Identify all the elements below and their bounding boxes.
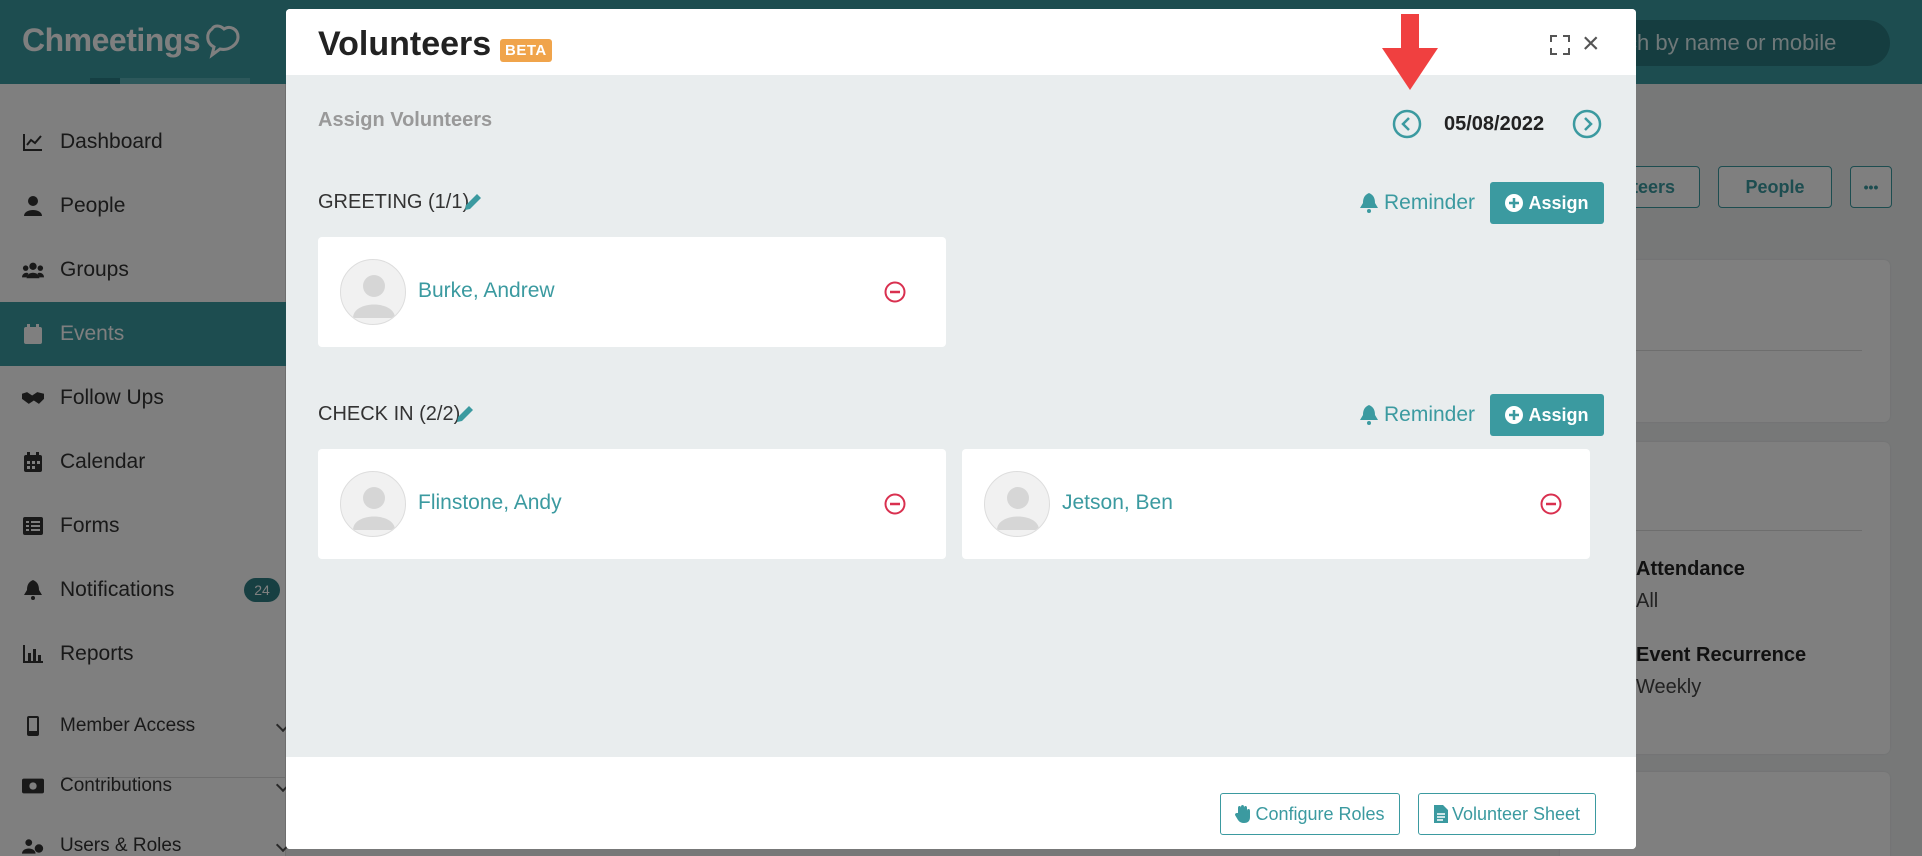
document-icon: [1433, 805, 1448, 823]
volunteer-card: Jetson, Ben: [962, 449, 1590, 559]
volunteer-name[interactable]: Flinstone, Andy: [418, 491, 562, 515]
assign-button[interactable]: Assign: [1490, 182, 1604, 224]
edit-role-icon[interactable]: [454, 403, 476, 425]
close-icon[interactable]: ×: [1582, 29, 1600, 59]
volunteers-modal: Volunteers BETA × Assign Volunteers 05/0…: [286, 9, 1636, 849]
volunteer-name[interactable]: Jetson, Ben: [1062, 491, 1173, 515]
volunteer-sheet-button[interactable]: Volunteer Sheet: [1418, 793, 1596, 835]
reminder-button[interactable]: Reminder: [1360, 191, 1475, 215]
red-arrow-icon: [1382, 14, 1438, 90]
avatar: [340, 471, 406, 537]
beta-badge: BETA: [500, 39, 552, 62]
configure-roles-button[interactable]: Configure Roles: [1220, 793, 1400, 835]
bell-icon: [1360, 405, 1378, 425]
reminder-button[interactable]: Reminder: [1360, 403, 1475, 427]
avatar: [340, 259, 406, 325]
current-date: 05/08/2022: [1444, 113, 1545, 135]
role-title: GREETING (1/1): [318, 191, 470, 213]
modal-footer: Configure Roles Volunteer Sheet: [286, 757, 1636, 849]
previous-date-icon[interactable]: [1392, 109, 1422, 139]
remove-volunteer-icon[interactable]: [1540, 493, 1562, 515]
edit-role-icon[interactable]: [462, 191, 484, 213]
plus-circle-icon: [1505, 194, 1524, 212]
modal-body: Assign Volunteers 05/08/2022 GREETING (1…: [286, 75, 1636, 757]
role-title: CHECK IN (2/2): [318, 403, 461, 425]
assign-button[interactable]: Assign: [1490, 394, 1604, 436]
hand-icon: [1235, 805, 1251, 823]
remove-volunteer-icon[interactable]: [884, 281, 906, 303]
volunteer-card: Flinstone, Andy: [318, 449, 946, 559]
next-date-icon[interactable]: [1572, 109, 1602, 139]
bell-icon: [1360, 193, 1378, 213]
remove-volunteer-icon[interactable]: [884, 493, 906, 515]
plus-circle-icon: [1505, 406, 1524, 424]
modal-title: Volunteers: [318, 25, 492, 63]
volunteer-name[interactable]: Burke, Andrew: [418, 279, 555, 303]
expand-icon[interactable]: [1550, 35, 1570, 55]
avatar: [984, 471, 1050, 537]
section-title: Assign Volunteers: [318, 109, 493, 131]
volunteer-card: Burke, Andrew: [318, 237, 946, 347]
